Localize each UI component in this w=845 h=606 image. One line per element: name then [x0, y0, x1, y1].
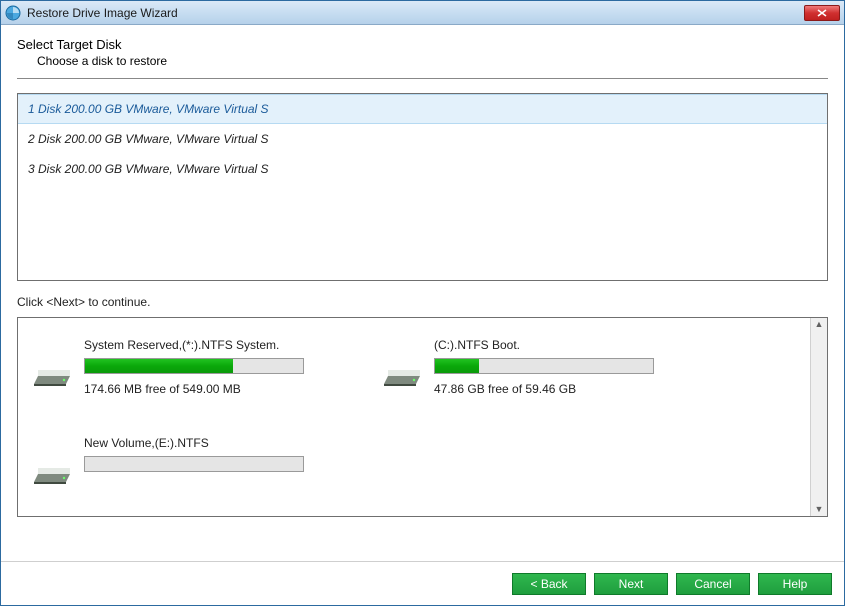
- usage-bar-fill: [435, 359, 479, 373]
- back-button[interactable]: < Back: [512, 573, 586, 595]
- scroll-down-icon[interactable]: ▼: [815, 505, 824, 514]
- partition-panel: System Reserved,(*:).NTFS System. 174.66…: [17, 317, 828, 517]
- title-bar: Restore Drive Image Wizard: [1, 1, 844, 25]
- cancel-button-label: Cancel: [694, 577, 731, 591]
- close-button[interactable]: [804, 5, 840, 21]
- scrollbar[interactable]: ▲ ▼: [810, 318, 827, 516]
- usage-bar: [84, 358, 304, 374]
- divider: [17, 78, 828, 79]
- usage-bar: [84, 456, 304, 472]
- partition-free-text: 174.66 MB free of 549.00 MB: [84, 382, 344, 396]
- partition-label: New Volume,(E:).NTFS: [84, 436, 344, 450]
- disk-icon: [34, 360, 74, 388]
- partition-item: (C:).NTFS Boot. 47.86 GB free of 59.46 G…: [384, 338, 694, 396]
- disk-row[interactable]: 1 Disk 200.00 GB VMware, VMware Virtual …: [18, 94, 827, 124]
- disk-row[interactable]: 3 Disk 200.00 GB VMware, VMware Virtual …: [18, 154, 827, 184]
- disk-label: 2 Disk 200.00 GB VMware, VMware Virtual …: [28, 132, 269, 146]
- back-button-label: < Back: [530, 577, 567, 591]
- next-button[interactable]: Next: [594, 573, 668, 595]
- instruction-text: Click <Next> to continue.: [17, 295, 828, 309]
- disk-icon: [34, 458, 74, 486]
- next-button-label: Next: [619, 577, 644, 591]
- wizard-window: Restore Drive Image Wizard Select Target…: [0, 0, 845, 606]
- usage-bar-fill: [85, 359, 233, 373]
- partition-free-text: 47.86 GB free of 59.46 GB: [434, 382, 694, 396]
- disk-label: 1 Disk 200.00 GB VMware, VMware Virtual …: [28, 102, 269, 116]
- cancel-button[interactable]: Cancel: [676, 573, 750, 595]
- partition-label: System Reserved,(*:).NTFS System.: [84, 338, 344, 352]
- scroll-up-icon[interactable]: ▲: [815, 320, 824, 329]
- help-button-label: Help: [783, 577, 808, 591]
- help-button[interactable]: Help: [758, 573, 832, 595]
- partition-panel-inner: System Reserved,(*:).NTFS System. 174.66…: [18, 318, 810, 516]
- window-title: Restore Drive Image Wizard: [27, 6, 804, 20]
- disk-icon: [384, 360, 424, 388]
- partition-item: New Volume,(E:).NTFS: [34, 436, 344, 486]
- disk-list: 1 Disk 200.00 GB VMware, VMware Virtual …: [17, 93, 828, 281]
- button-bar: < Back Next Cancel Help: [1, 561, 844, 605]
- app-icon: [5, 5, 21, 21]
- usage-bar: [434, 358, 654, 374]
- page-subheading: Choose a disk to restore: [37, 54, 828, 68]
- partition-item: System Reserved,(*:).NTFS System. 174.66…: [34, 338, 344, 396]
- partition-label: (C:).NTFS Boot.: [434, 338, 694, 352]
- disk-row[interactable]: 2 Disk 200.00 GB VMware, VMware Virtual …: [18, 124, 827, 154]
- page-heading: Select Target Disk: [17, 37, 828, 52]
- disk-label: 3 Disk 200.00 GB VMware, VMware Virtual …: [28, 162, 269, 176]
- wizard-content: Select Target Disk Choose a disk to rest…: [1, 25, 844, 561]
